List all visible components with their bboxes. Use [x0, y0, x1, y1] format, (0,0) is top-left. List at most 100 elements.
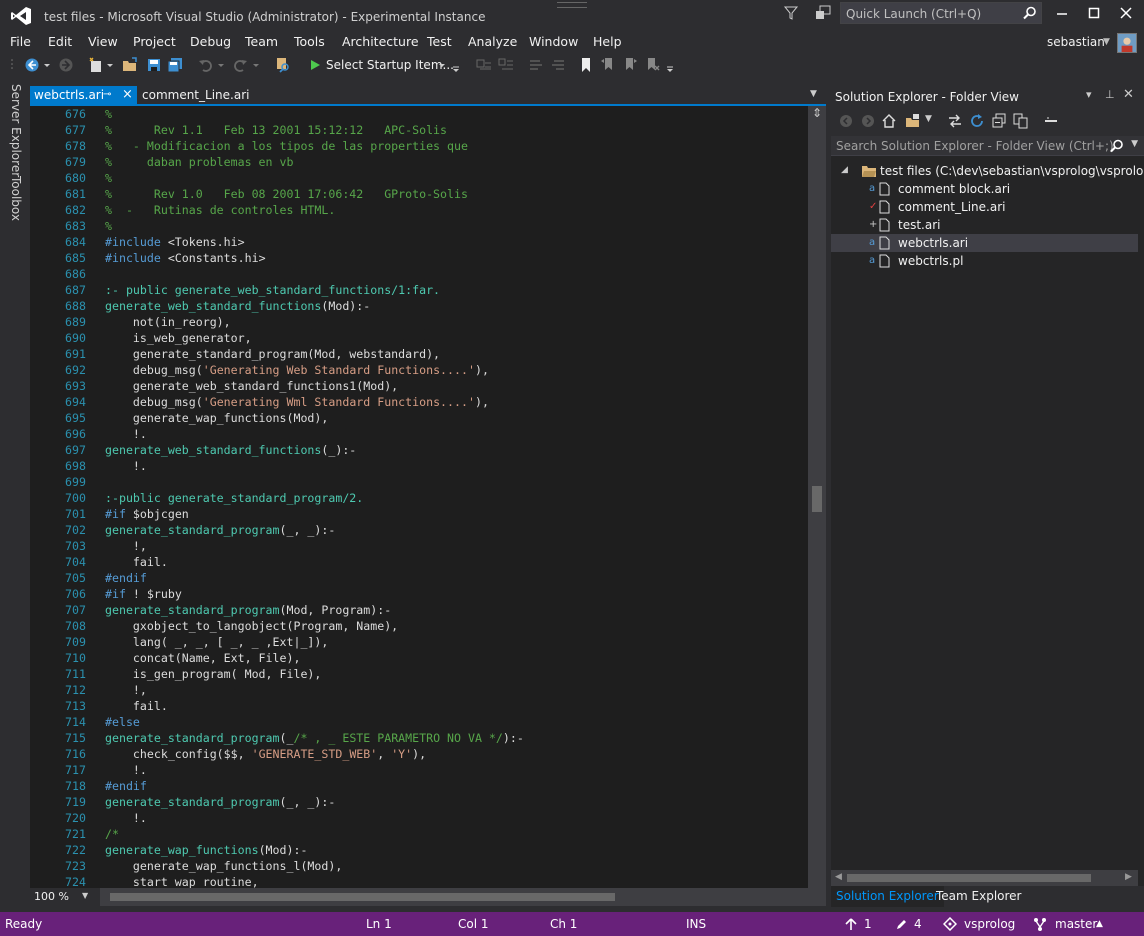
code-line[interactable]: 705 #endif [30, 570, 808, 586]
code-line[interactable]: 718 #endif [30, 778, 808, 794]
code-line[interactable]: 716 check_config($$, 'GENERATE_STD_WEB',… [30, 746, 808, 762]
solution-scroll-thumb[interactable] [847, 874, 1091, 882]
forward-icon[interactable] [58, 57, 74, 73]
chevron-up-icon[interactable]: ▲ [1096, 919, 1103, 929]
repository-icon[interactable] [943, 917, 957, 931]
code-line[interactable]: 706 #if ! $ruby [30, 586, 808, 602]
code-line[interactable]: 683% [30, 218, 808, 234]
status-unpublished-count[interactable]: 1 [864, 917, 872, 931]
code-line[interactable]: 710 concat(Name, Ext, File), [30, 650, 808, 666]
menu-debug[interactable]: Debug [190, 34, 231, 49]
code-line[interactable]: 697 generate_web_standard_functions(_):- [30, 442, 808, 458]
quick-launch-input[interactable]: Quick Launch (Ctrl+Q) [840, 2, 1042, 24]
startup-dropdown-icon[interactable] [438, 57, 446, 73]
vertical-scroll-thumb[interactable] [812, 486, 822, 512]
chevron-down-icon[interactable]: ▼ [1103, 37, 1110, 47]
bookmark-icon[interactable] [578, 57, 594, 73]
code-editor[interactable]: 676% 677% Rev 1.1 Feb 13 2001 15:12:12 AP… [30, 106, 808, 888]
branch-icon[interactable] [1033, 917, 1047, 931]
redo-dropdown-icon[interactable] [252, 57, 260, 73]
show-all-files-icon[interactable] [1013, 113, 1029, 129]
zoom-level-dropdown[interactable]: 100 % ▼ [30, 888, 94, 906]
close-tab-icon[interactable]: × [122, 87, 133, 102]
code-line[interactable]: 679 % daban problemas en vb [30, 154, 808, 170]
solution-horizontal-scrollbar[interactable]: ◀ ▶ [831, 870, 1138, 886]
code-line[interactable]: 704 fail. [30, 554, 808, 570]
tree-file-webctrls-pl[interactable]: a webctrls.pl [831, 252, 1138, 270]
pencil-icon[interactable] [895, 918, 908, 931]
code-line[interactable]: 713 fail. [30, 698, 808, 714]
toolbar-overflow-icon-2[interactable] [666, 57, 674, 73]
code-line[interactable]: 700:-public generate_standard_program/2. [30, 490, 808, 506]
code-line[interactable]: 686 [30, 266, 808, 282]
menu-window[interactable]: Window [529, 34, 578, 49]
sync-icon[interactable] [947, 113, 963, 129]
code-line[interactable]: 717 !. [30, 762, 808, 778]
toolbox-tab[interactable]: Toolbox [9, 176, 23, 221]
solution-search-input[interactable]: Search Solution Explorer - Folder View (… [831, 136, 1144, 156]
menu-help[interactable]: Help [593, 34, 622, 49]
search-icon[interactable] [1110, 139, 1124, 153]
tab-webctrls-ari[interactable]: webctrls.ari ⊸ × [30, 86, 137, 105]
menu-team[interactable]: Team [245, 34, 278, 49]
scroll-left-icon[interactable]: ◀ [835, 872, 842, 882]
chevron-down-icon[interactable]: ▼ [925, 114, 932, 124]
code-line[interactable]: 719 generate_standard_program(_, _):- [30, 794, 808, 810]
save-all-icon[interactable] [167, 57, 183, 73]
clear-bookmarks-icon[interactable] [644, 57, 660, 73]
save-icon[interactable] [146, 57, 162, 73]
code-line[interactable]: 709 lang( _, _, [ _, _ ,Ext|_]), [30, 634, 808, 650]
vertical-scrollbar[interactable] [808, 106, 826, 888]
toolbar-overflow-icon[interactable] [452, 57, 460, 73]
tree-file-test[interactable]: + test.ari [831, 216, 1138, 234]
code-line[interactable]: 702 generate_standard_program(_, _):- [30, 522, 808, 538]
forward-icon[interactable] [861, 114, 875, 128]
menu-file[interactable]: File [10, 34, 31, 49]
code-line[interactable]: 722 generate_wap_functions(Mod):- [30, 842, 808, 858]
code-line[interactable]: 694 debug_msg('Generating Wml Standard F… [30, 394, 808, 410]
avatar[interactable] [1117, 33, 1137, 53]
menu-project[interactable]: Project [133, 34, 176, 49]
code-line[interactable]: 696 !. [30, 426, 808, 442]
undo-icon[interactable] [198, 57, 214, 73]
open-folder-icon[interactable] [122, 57, 138, 73]
redo-icon[interactable] [232, 57, 248, 73]
code-line[interactable]: 714 #else [30, 714, 808, 730]
menu-test[interactable]: Test [427, 34, 452, 49]
home-icon[interactable] [881, 113, 897, 129]
code-line[interactable]: 682 % - Rutinas de controles HTML. [30, 202, 808, 218]
tree-file-comment-block[interactable]: a comment block.ari [831, 180, 1138, 198]
code-line[interactable]: 691 generate_standard_program(Mod, webst… [30, 346, 808, 362]
expand-arrow-icon[interactable]: ◢ [841, 165, 848, 175]
pin-icon[interactable]: ⊸ [103, 89, 111, 100]
collapse-icon[interactable] [498, 57, 514, 73]
server-explorer-tab[interactable]: Server Explorer [9, 84, 23, 177]
pin-icon[interactable]: ⊥ [1105, 88, 1115, 101]
code-line[interactable]: 712 !, [30, 682, 808, 698]
code-line[interactable]: 703 !, [30, 538, 808, 554]
code-line[interactable]: 687:- public generate_web_standard_funct… [30, 282, 808, 298]
menu-view[interactable]: View [88, 34, 118, 49]
code-line[interactable]: 688 generate_web_standard_functions(Mod):… [30, 298, 808, 314]
close-panel-icon[interactable]: ✕ [1123, 87, 1134, 102]
feedback-icon[interactable] [815, 5, 831, 21]
code-line[interactable]: 711 is_gen_program( Mod, File), [30, 666, 808, 682]
menu-analyze[interactable]: Analyze [468, 34, 517, 49]
code-line[interactable]: 723 generate_wap_functions_l(Mod), [30, 858, 808, 874]
tab-solution-explorer[interactable]: Solution Explorer [831, 886, 944, 907]
notifications-filter-icon[interactable] [783, 5, 799, 21]
code-line[interactable]: 692 debug_msg('Generating Web Standard F… [30, 362, 808, 378]
back-icon[interactable] [839, 114, 853, 128]
menu-tools[interactable]: Tools [294, 34, 325, 49]
code-line[interactable]: 698 !. [30, 458, 808, 474]
collapse-all-icon[interactable] [991, 113, 1007, 129]
switch-views-icon[interactable] [905, 113, 921, 129]
tree-file-webctrls-ari[interactable]: a webctrls.ari [831, 234, 1138, 252]
status-pending-changes[interactable]: 4 [914, 917, 922, 931]
code-line[interactable]: 690 is_web_generator, [30, 330, 808, 346]
horizontal-scroll-thumb[interactable] [110, 893, 615, 901]
scroll-right-icon[interactable]: ▶ [1125, 872, 1132, 882]
horizontal-scrollbar[interactable] [100, 888, 826, 906]
close-button[interactable] [1116, 4, 1136, 22]
code-line[interactable]: 680% [30, 170, 808, 186]
